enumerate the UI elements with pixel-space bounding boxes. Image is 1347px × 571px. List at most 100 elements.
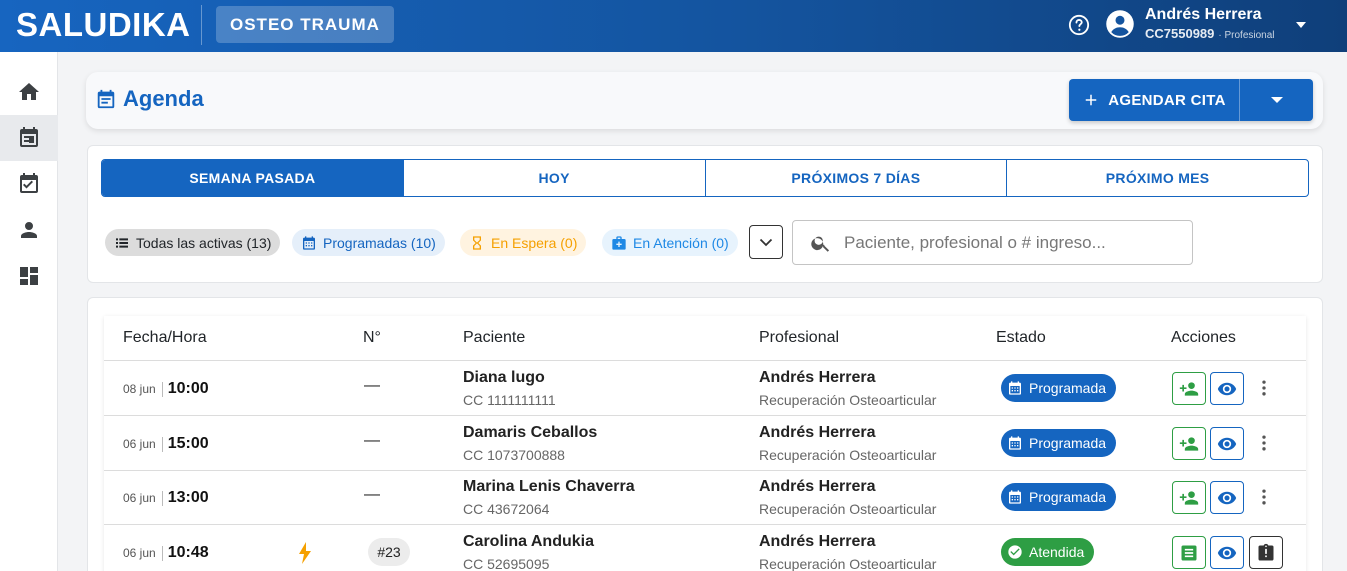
sidebar-item-dashboard[interactable] xyxy=(0,253,58,299)
column-header-estado[interactable]: Estado xyxy=(996,316,1046,360)
person-add-icon xyxy=(1179,490,1199,505)
appointment-date: 06 jun xyxy=(123,491,156,505)
filter-chip-en-espera[interactable]: En Espera (0) xyxy=(460,229,587,256)
calendar-icon xyxy=(1009,490,1021,504)
user-avatar-icon[interactable] xyxy=(1105,9,1135,39)
agendar-cita-dropdown-button[interactable] xyxy=(1240,79,1313,121)
sidebar-item-patients[interactable] xyxy=(0,207,58,253)
search-box xyxy=(792,220,1193,265)
person-add-icon xyxy=(1179,436,1199,451)
filter-chip-programadas-label: Programadas (10) xyxy=(323,234,436,251)
home-icon xyxy=(19,83,39,100)
sidebar-item-agenda[interactable] xyxy=(0,115,58,161)
more-actions-button[interactable] xyxy=(1254,432,1274,454)
chevron-down-icon xyxy=(759,238,773,247)
filter-chip-en-atencion[interactable]: En Atención (0) xyxy=(602,229,738,256)
brand-divider xyxy=(201,5,202,45)
admission-number: — xyxy=(364,377,380,394)
clinical-record-button[interactable] xyxy=(1172,536,1206,569)
admission-number-badge: #23 xyxy=(368,538,410,566)
professional-specialty: Recuperación Osteoarticular xyxy=(759,392,937,408)
more-filters-button[interactable] xyxy=(749,225,783,259)
more-vertical-icon xyxy=(1262,380,1266,396)
filter-chip-en-atencion-label: En Atención (0) xyxy=(633,234,729,251)
status-label: Programada xyxy=(1029,435,1107,451)
tab-semana-pasada[interactable]: SEMANA PASADA xyxy=(102,160,404,196)
column-header-paciente[interactable]: Paciente xyxy=(463,316,525,360)
patient-id: CC 1073700888 xyxy=(463,447,565,463)
date-time-separator xyxy=(161,436,163,452)
register-admission-button[interactable] xyxy=(1172,481,1206,514)
filter-chip-en-espera-label: En Espera (0) xyxy=(491,234,578,251)
page-title-text: Agenda xyxy=(123,86,204,111)
search-input[interactable] xyxy=(844,232,1184,253)
user-role: · Profesional xyxy=(1218,30,1275,41)
user-id-value: CC7550989 xyxy=(1145,26,1215,41)
status-label: Programada xyxy=(1029,489,1107,505)
calendar-icon xyxy=(303,235,315,250)
register-admission-button[interactable] xyxy=(1172,427,1206,460)
module-chip[interactable]: OSTEO TRAUMA xyxy=(216,6,394,43)
date-time-separator xyxy=(161,545,163,561)
search-icon xyxy=(811,236,830,252)
filter-chip-programadas[interactable]: Programadas (10) xyxy=(292,229,445,256)
table-row[interactable]: 06 jun 10:48 #23 Carolina Andukia CC 5269… xyxy=(104,525,1306,571)
register-admission-button[interactable] xyxy=(1172,372,1206,405)
chevron-down-icon xyxy=(1270,97,1283,103)
professional-name: Andrés Herrera xyxy=(759,369,876,386)
professional-specialty: Recuperación Osteoarticular xyxy=(759,501,937,517)
status-badge: Programada xyxy=(1001,483,1117,511)
more-vertical-icon xyxy=(1262,435,1266,451)
agendar-cita-split-button: AGENDAR CITA xyxy=(1069,79,1313,121)
clipboard-alert-button[interactable] xyxy=(1249,536,1283,569)
view-button[interactable] xyxy=(1210,427,1244,460)
tab-proximos-7-dias[interactable]: PRÓXIMOS 7 DÍAS xyxy=(706,160,1008,196)
user-menu-caret-icon[interactable] xyxy=(1295,20,1307,30)
appointment-datetime: 06 jun 10:48 xyxy=(123,544,209,562)
column-header-profesional[interactable]: Profesional xyxy=(759,316,839,360)
view-button[interactable] xyxy=(1210,481,1244,514)
column-header-fecha[interactable]: Fecha/Hora xyxy=(123,316,207,360)
more-actions-button[interactable] xyxy=(1254,486,1274,508)
status-label: Programada xyxy=(1029,380,1107,396)
appointment-datetime: 06 jun 15:00 xyxy=(123,435,209,453)
sidebar-item-home[interactable] xyxy=(0,69,58,115)
filter-chip-all-label: Todas las activas (13) xyxy=(136,234,272,251)
agendar-cita-button[interactable]: AGENDAR CITA xyxy=(1069,79,1240,121)
more-actions-button[interactable] xyxy=(1254,377,1274,399)
tab-proximo-mes[interactable]: PRÓXIMO MES xyxy=(1007,160,1308,196)
brand-logo[interactable]: SALUDIKA xyxy=(16,6,191,44)
view-button[interactable] xyxy=(1210,536,1244,569)
patient-name[interactable]: Marina Lenis Chaverra xyxy=(463,478,635,496)
patient-name[interactable]: Damaris Ceballos xyxy=(463,424,597,442)
date-time-separator xyxy=(161,490,163,506)
filter-chip-all[interactable]: Todas las activas (13) xyxy=(105,229,281,256)
help-icon[interactable] xyxy=(1068,14,1090,36)
patient-id: CC 1111111111 xyxy=(463,392,556,408)
tab-hoy[interactable]: HOY xyxy=(404,160,706,196)
eye-icon xyxy=(1217,437,1237,450)
table-row[interactable]: 08 jun 10:00 — Diana lugo CC 1111111111 A… xyxy=(104,361,1306,416)
eye-icon xyxy=(1217,382,1237,395)
date-time-separator xyxy=(161,381,163,397)
user-name[interactable]: Andrés Herrera xyxy=(1145,6,1262,24)
patient-name[interactable]: Carolina Andukia xyxy=(463,533,594,551)
appointment-time: 15:00 xyxy=(167,435,209,452)
table-row[interactable]: 06 jun 15:00 — Damaris Ceballos CC 107370… xyxy=(104,416,1306,471)
table-row[interactable]: 06 jun 13:00 — Marina Lenis Chaverra CC 4… xyxy=(104,470,1306,525)
more-vertical-icon xyxy=(1262,489,1266,505)
view-button[interactable] xyxy=(1210,372,1244,405)
page-title: Agenda xyxy=(95,86,204,112)
appointment-datetime: 08 jun 10:00 xyxy=(123,380,209,398)
sidebar-item-tasks[interactable] xyxy=(0,161,58,207)
appointment-date: 08 jun xyxy=(123,382,156,396)
dashboard-icon xyxy=(20,267,38,285)
column-header-numero[interactable]: N° xyxy=(363,316,381,360)
hourglass-icon xyxy=(473,235,481,250)
appointment-time: 10:48 xyxy=(167,544,209,561)
person-icon xyxy=(21,222,37,238)
patient-name[interactable]: Diana lugo xyxy=(463,369,545,387)
status-label: Atendida xyxy=(1029,544,1085,560)
calendar-icon xyxy=(1009,436,1021,450)
admission-number: — xyxy=(364,432,380,449)
